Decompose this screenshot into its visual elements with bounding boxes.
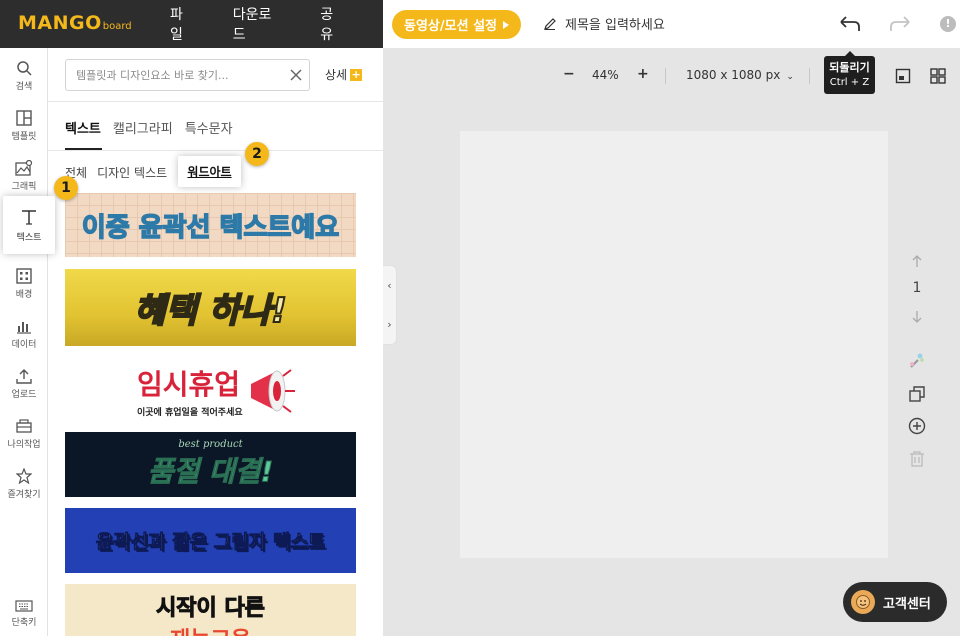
design-canvas[interactable]	[460, 131, 888, 558]
paint-icon	[910, 353, 924, 368]
left-rail: 검색 템플릿 그래픽 배경 데이터 업로드 나의작업 즐겨찾기 단축키	[0, 48, 48, 636]
customer-center-button[interactable]: 고객센터	[843, 582, 947, 622]
page-down-button[interactable]	[900, 310, 934, 324]
close-icon[interactable]	[289, 68, 303, 82]
menu-share[interactable]: 공유	[320, 4, 345, 44]
divider	[48, 150, 383, 151]
my-work-icon	[16, 419, 32, 433]
detail-search-button[interactable]: 상세 +	[325, 66, 363, 83]
undo-button[interactable]	[838, 14, 862, 38]
wordart-item[interactable]: 윤곽선과 짧은 그림자 텍스트	[65, 508, 356, 573]
search-input[interactable]	[76, 68, 286, 82]
color-picker-button[interactable]	[900, 352, 934, 370]
motion-settings-button[interactable]: 동영상/모션 설정	[392, 10, 521, 39]
wordart-item[interactable]: 시작이 다른 재능교육	[65, 584, 356, 636]
megaphone-icon	[251, 369, 295, 413]
text-icon	[22, 209, 36, 225]
subtab-design-text[interactable]: 디자인 텍스트	[97, 164, 167, 181]
wordart-item[interactable]: 혜택 하나!	[65, 269, 356, 346]
background-icon	[16, 268, 32, 284]
search-icon	[17, 61, 32, 76]
page-up-button[interactable]	[900, 254, 934, 268]
arrow-up-icon	[912, 255, 922, 267]
top-bar: MANGOboard 파일 다운로드 공유 동영상/모션 설정 제목을 입력하세…	[0, 0, 960, 48]
trash-icon	[910, 451, 924, 467]
rail-item-my-work[interactable]: 나의작업	[0, 410, 48, 458]
graphic-icon	[15, 160, 33, 176]
zoom-level[interactable]: 44%	[592, 68, 619, 82]
rail-item-template[interactable]: 템플릿	[0, 102, 48, 150]
canvas-size-select[interactable]: 1080 x 1080 px ⌄	[686, 68, 794, 82]
copy-icon	[909, 386, 925, 402]
chevron-right-icon: ›	[387, 318, 392, 331]
mango-logo[interactable]: MANGOboard	[18, 12, 132, 34]
tab-text[interactable]: 텍스트	[65, 118, 101, 147]
subtab-wordart[interactable]: 워드아트	[178, 156, 241, 187]
panel-search-box	[65, 59, 310, 91]
chevron-left-icon: ‹	[387, 279, 392, 292]
step-badge-1: 1	[54, 176, 78, 200]
tab-special-chars[interactable]: 특수문자	[185, 118, 233, 147]
chevron-down-icon: ⌄	[786, 72, 794, 82]
top-bar-right: 동영상/모션 설정 제목을 입력하세요 !	[383, 0, 960, 48]
rail-item-data[interactable]: 데이터	[0, 310, 48, 358]
redo-icon	[890, 16, 910, 31]
menu-file[interactable]: 파일	[170, 4, 195, 44]
delete-page-button[interactable]	[900, 450, 934, 468]
menu-download[interactable]: 다운로드	[233, 4, 283, 44]
smile-icon	[851, 590, 875, 614]
keyboard-icon	[15, 600, 33, 612]
rail-item-graphic[interactable]: 그래픽	[0, 152, 48, 200]
panel-collapse-handle[interactable]: ‹ ›	[383, 265, 397, 345]
resize-icon	[895, 68, 911, 84]
plus-icon: +	[350, 67, 363, 81]
tab-calligraphy[interactable]: 캘리그라피	[113, 118, 173, 147]
divider	[809, 68, 810, 84]
chart-icon	[17, 322, 31, 334]
panel-tabs: 텍스트 캘리그라피 특수문자	[65, 118, 245, 147]
grid-view-button[interactable]	[930, 68, 946, 88]
rail-item-shortcuts[interactable]: 단축키	[0, 590, 48, 636]
zoom-in-button[interactable]: +	[637, 66, 649, 82]
undo-tooltip: 되돌리기 Ctrl + Z	[824, 51, 875, 94]
top-menu: 파일 다운로드 공유	[170, 0, 383, 48]
title-input[interactable]: 제목을 입력하세요	[543, 14, 665, 33]
info-icon[interactable]: !	[940, 16, 956, 32]
step-badge-2: 2	[245, 142, 269, 166]
template-icon	[16, 110, 32, 126]
undo-icon	[840, 16, 860, 31]
add-page-button[interactable]	[900, 417, 934, 435]
divider	[48, 101, 383, 102]
duplicate-page-button[interactable]	[900, 385, 934, 403]
upload-icon	[16, 369, 32, 384]
add-circle-icon	[908, 417, 926, 435]
page-number: 1	[912, 280, 922, 296]
rail-item-favorites[interactable]: 즐겨찾기	[0, 460, 48, 508]
wordart-item[interactable]: best product 품절 대결!	[65, 432, 356, 497]
resize-button[interactable]	[895, 68, 911, 88]
text-panel: 상세+ 텍스트 캘리그라피 특수문자 전체 디자인 텍스트 워드아트 이중 윤곽…	[48, 48, 383, 636]
panel-subtabs: 전체 디자인 텍스트	[65, 164, 177, 181]
pencil-icon	[544, 17, 556, 30]
wordart-item[interactable]: 이중 윤곽선 텍스트예요	[65, 193, 356, 257]
arrow-down-icon	[912, 311, 922, 323]
zoom-out-button[interactable]: −	[563, 66, 575, 82]
play-icon	[503, 20, 509, 29]
rail-item-search[interactable]: 검색	[0, 52, 48, 100]
wordart-item[interactable]: 임시휴업 이곳에 휴업일을 적어주세요	[65, 358, 356, 423]
rail-item-background[interactable]: 배경	[0, 260, 48, 308]
redo-button[interactable]	[888, 14, 912, 38]
rail-item-upload[interactable]: 업로드	[0, 360, 48, 408]
top-bar-left: MANGOboard 파일 다운로드 공유	[0, 0, 383, 48]
divider	[665, 68, 666, 84]
grid-icon	[930, 68, 946, 84]
star-icon	[16, 468, 32, 484]
rail-item-text[interactable]: 텍스트	[3, 196, 55, 254]
